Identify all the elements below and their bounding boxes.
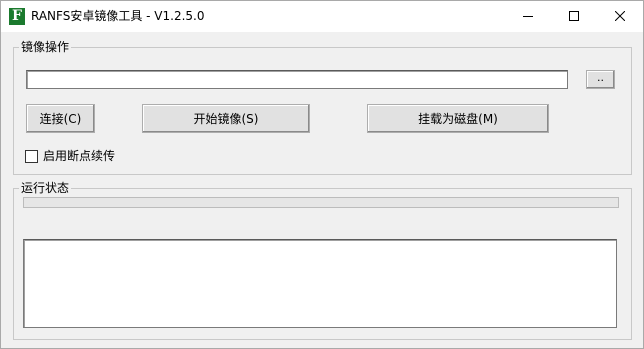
- image-operations-label: 镜像操作: [19, 40, 72, 54]
- browse-button[interactable]: ..: [586, 70, 615, 89]
- status-group-label: 运行状态: [19, 181, 72, 195]
- log-output[interactable]: [23, 239, 617, 328]
- close-button[interactable]: [597, 1, 643, 32]
- maximize-icon: [569, 11, 579, 21]
- app-icon: F: [9, 8, 25, 25]
- resume-checkbox-row[interactable]: 启用断点续传: [25, 149, 115, 163]
- app-window: F RANFS安卓镜像工具 - V1.2.5.0 镜像操作 .. 连接(C) 开…: [0, 0, 644, 349]
- close-icon: [615, 11, 625, 21]
- start-image-button[interactable]: 开始镜像(S): [142, 104, 310, 133]
- maximize-button[interactable]: [551, 1, 597, 32]
- mount-disk-button[interactable]: 挂载为磁盘(M): [367, 104, 549, 133]
- resume-checkbox[interactable]: [25, 149, 38, 163]
- resume-checkbox-label[interactable]: 启用断点续传: [43, 149, 115, 163]
- window-title: RANFS安卓镜像工具 - V1.2.5.0: [31, 9, 205, 23]
- minimize-icon: [523, 16, 533, 17]
- image-path-input[interactable]: [26, 70, 568, 89]
- progress-bar: [23, 197, 619, 208]
- connect-button[interactable]: 连接(C): [26, 104, 95, 133]
- title-bar[interactable]: F RANFS安卓镜像工具 - V1.2.5.0: [1, 1, 643, 32]
- minimize-button[interactable]: [505, 1, 551, 32]
